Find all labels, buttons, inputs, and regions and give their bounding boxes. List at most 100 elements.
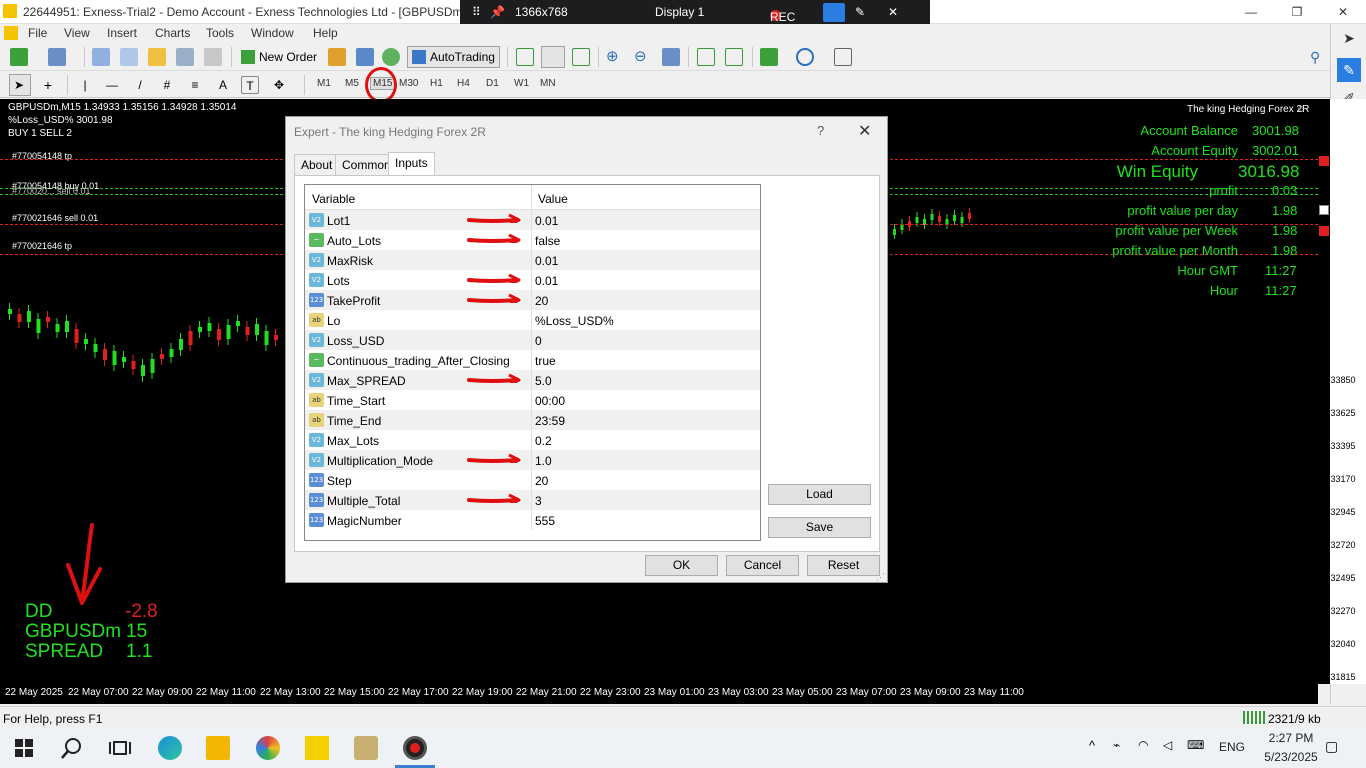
variable-value[interactable]: 0.01 (535, 254, 558, 268)
candlestick-chart-icon[interactable] (541, 46, 565, 68)
clock-time[interactable]: 2:27 PM (1261, 731, 1321, 745)
inputs-table[interactable]: Variable Value V2 Lot1 0.01 ~ Auto_Lots false… (304, 184, 761, 541)
resize-grip-icon[interactable]: ⋰ (876, 572, 885, 583)
save-button[interactable]: Save (768, 517, 871, 538)
metatrader-icon[interactable] (354, 736, 378, 760)
menu-view[interactable]: View (64, 26, 90, 40)
camera-icon[interactable] (823, 3, 845, 22)
table-row[interactable]: 123 Step 20 (305, 470, 760, 490)
menu-insert[interactable]: Insert (107, 26, 137, 40)
status-traffic[interactable]: 2321/9 kb (1268, 712, 1321, 726)
timeframe-m30[interactable]: M30 (399, 78, 418, 89)
search-icon[interactable] (60, 736, 84, 760)
equidistant-channel-icon[interactable]: # (158, 76, 176, 94)
table-row[interactable]: V2 Max_Lots 0.2 (305, 430, 760, 450)
table-row[interactable]: V2 Lot1 0.01 (305, 210, 760, 230)
pin-icon[interactable]: 📌 (490, 5, 505, 19)
table-row[interactable]: 123 Multiple_Total 3 (305, 490, 760, 510)
load-button[interactable]: Load (768, 484, 871, 505)
column-variable[interactable]: Variable (312, 192, 355, 206)
network-icon[interactable]: ⌁ (1113, 738, 1120, 752)
timeframe-h4[interactable]: H4 (457, 78, 470, 89)
task-view-icon[interactable] (108, 736, 132, 760)
search-icon[interactable]: ⚲ (1310, 48, 1328, 66)
indicators-icon[interactable] (760, 48, 778, 66)
table-row[interactable]: ab Time_End 23:59 (305, 410, 760, 430)
variable-value[interactable]: false (535, 234, 560, 248)
crosshair-icon[interactable]: + (39, 76, 57, 94)
new-order-button[interactable]: New Order (236, 46, 322, 68)
help-button[interactable]: ? (817, 123, 824, 138)
timeframe-mn[interactable]: MN (540, 78, 556, 89)
close-window-button[interactable]: ✕ (1320, 0, 1366, 24)
cursor-icon[interactable]: ➤ (9, 74, 31, 96)
tile-windows-icon[interactable] (662, 48, 680, 66)
menu-window[interactable]: Window (251, 26, 294, 40)
zoom-in-icon[interactable]: ⊕ (606, 48, 624, 66)
variable-value[interactable]: 0.01 (535, 214, 558, 228)
arrows-icon[interactable]: ✥ (270, 76, 288, 94)
table-row[interactable]: V2 Lots 0.01 (305, 270, 760, 290)
variable-value[interactable]: 0.2 (535, 434, 552, 448)
minimize-button[interactable]: — (1228, 0, 1274, 24)
timeframe-m5[interactable]: M5 (345, 78, 359, 89)
variable-value[interactable]: %Loss_USD% (535, 314, 614, 328)
exness-icon[interactable] (305, 736, 329, 760)
wifi-icon[interactable]: ◠ (1138, 738, 1148, 752)
trendline-icon[interactable]: / (131, 76, 149, 94)
pen-icon[interactable]: ✎ (1337, 58, 1361, 82)
variable-value[interactable]: 20 (535, 474, 548, 488)
chart-shift-icon[interactable] (697, 48, 715, 66)
timeframe-h1[interactable]: H1 (430, 78, 443, 89)
table-row[interactable]: V2 Max_SPREAD 5.0 (305, 370, 760, 390)
cancel-button[interactable]: Cancel (726, 555, 799, 576)
strategy-tester-icon[interactable] (204, 48, 222, 66)
variable-value[interactable]: 1.0 (535, 454, 552, 468)
table-row[interactable]: ~ Auto_Lots false (305, 230, 760, 250)
pen-tool-icon[interactable]: ✎ (855, 5, 865, 19)
market-watch-icon[interactable] (92, 48, 110, 66)
clock-date[interactable]: 5/23/2025 (1253, 750, 1329, 764)
table-row[interactable]: V2 MaxRisk 0.01 (305, 250, 760, 270)
vertical-line-icon[interactable]: | (76, 76, 94, 94)
start-windows-icon[interactable] (12, 736, 36, 760)
variable-value[interactable]: 20 (535, 294, 548, 308)
timeframe-w1[interactable]: W1 (514, 78, 529, 89)
menu-file[interactable]: File (28, 26, 47, 40)
fibonacci-icon[interactable]: ≡ (186, 76, 204, 94)
file-explorer-icon[interactable] (206, 736, 230, 760)
navigator-icon[interactable] (148, 48, 166, 66)
variable-value[interactable]: 3 (535, 494, 542, 508)
keyboard-icon[interactable]: ⌨ (1187, 738, 1204, 752)
text-label-icon[interactable]: T (241, 76, 259, 94)
recorder-icon[interactable] (403, 736, 427, 760)
volume-icon[interactable]: ◁ (1163, 738, 1172, 752)
reset-button[interactable]: Reset (807, 555, 880, 576)
zoom-out-icon[interactable]: ⊖ (634, 48, 652, 66)
data-window-icon[interactable] (120, 48, 138, 66)
market-icon[interactable] (382, 48, 400, 66)
new-chart-icon[interactable] (10, 48, 28, 66)
ok-button[interactable]: OK (645, 555, 718, 576)
close-dialog-button[interactable]: ✕ (858, 121, 871, 141)
templates-icon[interactable] (834, 48, 852, 66)
table-row[interactable]: V2 Multiplication_Mode 1.0 (305, 450, 760, 470)
variable-value[interactable]: 0 (535, 334, 542, 348)
restore-button[interactable]: ❐ (1274, 0, 1320, 24)
horizontal-line-icon[interactable]: — (103, 76, 121, 94)
chevron-up-icon[interactable]: ^ (1089, 738, 1095, 753)
variable-value[interactable]: 0.01 (535, 274, 558, 288)
column-divider[interactable] (531, 185, 532, 210)
terminal-icon[interactable] (176, 48, 194, 66)
price-axis[interactable] (1318, 99, 1330, 684)
timeframe-d1[interactable]: D1 (486, 78, 499, 89)
column-value[interactable]: Value (538, 192, 568, 206)
table-row[interactable]: ab Time_Start 00:00 (305, 390, 760, 410)
signals-icon[interactable] (356, 48, 374, 66)
pointer-icon[interactable]: ➤ (1337, 26, 1361, 50)
table-row[interactable]: ab Lo %Loss_USD% (305, 310, 760, 330)
menu-charts[interactable]: Charts (155, 26, 190, 40)
autoscroll-icon[interactable] (725, 48, 743, 66)
edge-icon[interactable] (158, 736, 182, 760)
chrome-icon[interactable] (256, 736, 280, 760)
